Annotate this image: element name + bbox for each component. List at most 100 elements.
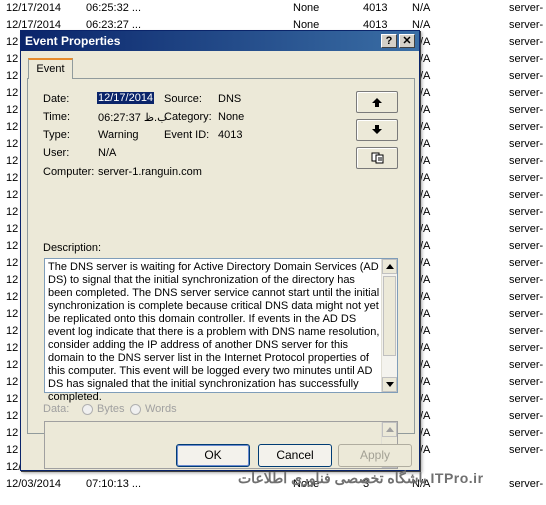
category-value[interactable]: None	[218, 111, 244, 123]
scroll-thumb[interactable]	[383, 276, 396, 356]
previous-event-button[interactable]	[356, 91, 398, 113]
tab-event[interactable]: Event	[28, 58, 73, 79]
down-arrow-icon	[372, 125, 382, 134]
time-label: Time:	[43, 111, 71, 123]
user-value[interactable]: N/A	[98, 147, 116, 159]
row-date: 12	[6, 70, 19, 82]
row-computer: server-	[509, 342, 544, 354]
description-scrollbar[interactable]	[381, 259, 397, 392]
row-computer: server-	[509, 206, 544, 218]
event-id-value[interactable]: 4013	[218, 129, 242, 141]
scroll-up-icon	[386, 264, 394, 269]
row-date: 12	[6, 444, 19, 456]
bytes-radio[interactable]	[82, 404, 93, 415]
cancel-button[interactable]: Cancel	[258, 444, 332, 467]
user-label: User:	[43, 147, 70, 159]
bytes-label: Bytes	[97, 403, 125, 415]
type-label: Type:	[43, 129, 70, 141]
row-date: 12	[6, 172, 19, 184]
up-arrow-icon	[372, 98, 382, 107]
computer-value[interactable]: server-1.ranguin.com	[98, 166, 202, 178]
row-date: 12	[6, 376, 19, 388]
row-computer: server-	[509, 104, 544, 116]
description-box[interactable]: The DNS server is waiting for Active Dir…	[44, 258, 398, 403]
row-date: 12	[6, 104, 19, 116]
row-computer: server-	[509, 53, 544, 65]
time-value[interactable]: 06:27:37 ب.ظ	[98, 111, 167, 124]
source-label: Source:	[164, 93, 202, 105]
row-computer: server-	[509, 257, 544, 269]
scroll-down-icon	[386, 382, 394, 387]
date-label: Date:	[43, 93, 70, 105]
description-label: Description:	[43, 242, 102, 254]
description-text: The DNS server is waiting for Active Dir…	[48, 261, 380, 403]
event-tab-panel: Date: 12/17/2014 Source: DNS Time: 06:27…	[27, 78, 415, 469]
row-date: 12	[6, 274, 19, 286]
row-computer: server-	[509, 2, 544, 14]
words-label: Words	[145, 403, 177, 415]
row-computer: server-	[509, 376, 544, 388]
row-computer: server-	[509, 427, 544, 439]
row-computer: server-	[509, 274, 544, 286]
row-date: 12	[6, 189, 19, 201]
row-computer: server-	[509, 172, 544, 184]
ok-button[interactable]: OK	[176, 444, 250, 467]
scroll-up-button[interactable]	[382, 259, 397, 274]
event-row[interactable]: 12/17/2014 06:25:32 ... None 4013 N/A server-	[0, 0, 546, 17]
row-computer: server-	[509, 478, 544, 490]
row-date: 12	[6, 36, 19, 48]
row-date: 12	[6, 257, 19, 269]
row-date: 12	[6, 155, 19, 167]
category-label: Category:	[164, 111, 212, 123]
row-computer: server-	[509, 240, 544, 252]
source-value[interactable]: DNS	[218, 93, 241, 105]
row-date: 12	[6, 308, 19, 320]
event-id-label: Event ID:	[164, 129, 210, 141]
row-computer: server-	[509, 223, 544, 235]
row-computer: server-	[509, 36, 544, 48]
row-computer: server-	[509, 308, 544, 320]
scroll-up-icon	[386, 427, 394, 432]
row-computer: server-	[509, 291, 544, 303]
date-value[interactable]: 12/17/2014	[97, 92, 155, 104]
row-date: 12	[6, 121, 19, 133]
row-event-id: 4013	[363, 2, 388, 14]
row-computer: server-	[509, 121, 544, 133]
words-radio[interactable]	[130, 404, 141, 415]
copy-button[interactable]	[356, 147, 398, 169]
row-computer: server-	[509, 87, 544, 99]
computer-label: Computer:	[43, 166, 95, 178]
next-event-button[interactable]	[356, 119, 398, 141]
row-date: 12	[6, 427, 19, 439]
scroll-down-button[interactable]	[382, 377, 397, 392]
data-scroll-up-button[interactable]	[382, 422, 397, 437]
row-date: 12	[6, 206, 19, 218]
row-computer: server-	[509, 410, 544, 422]
data-label: Data:	[43, 403, 70, 415]
dialog-titlebar[interactable]: Event Properties	[21, 31, 419, 51]
close-button[interactable]: ✕	[399, 34, 415, 48]
apply-button[interactable]: Apply	[338, 444, 412, 467]
row-date: 12/17/2014	[6, 2, 62, 14]
row-computer: server-	[509, 155, 544, 167]
help-button[interactable]: ?	[381, 34, 397, 48]
row-date: 12	[6, 393, 19, 405]
type-value[interactable]: Warning	[98, 129, 139, 141]
row-time: 07:10:13 ...	[86, 478, 142, 490]
row-date: 12	[6, 342, 19, 354]
row-computer: server-	[509, 444, 544, 456]
row-date: 12	[6, 223, 19, 235]
row-date: 12/03/2014	[6, 478, 62, 490]
row-computer: server-	[509, 70, 544, 82]
row-computer: server-	[509, 19, 544, 31]
row-computer: server-	[509, 189, 544, 201]
row-date: 12	[6, 87, 19, 99]
row-date: 12	[6, 410, 19, 422]
row-computer: server-	[509, 138, 544, 150]
row-date: 12	[6, 240, 19, 252]
row-category: None	[293, 2, 320, 14]
event-properties-dialog: Event Properties ? ✕ Event Date: 12/17/2…	[20, 30, 420, 471]
row-time: 06:25:32 ...	[86, 2, 142, 14]
row-date: 12	[6, 53, 19, 65]
copy-icon	[371, 152, 384, 164]
